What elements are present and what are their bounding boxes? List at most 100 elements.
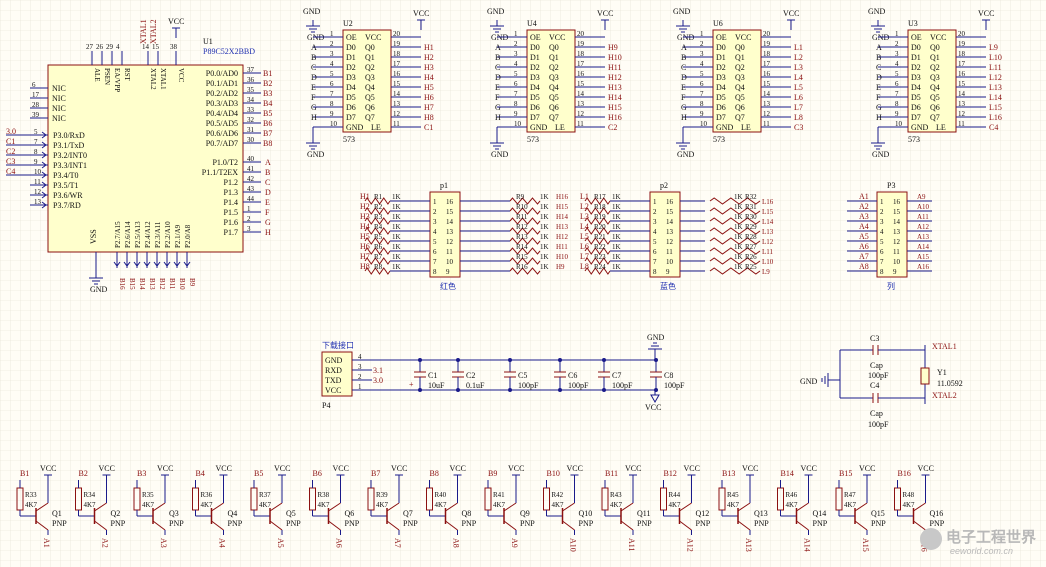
mcu-p1-num: 1 xyxy=(247,205,251,213)
latch-u3-lnum: 7 xyxy=(895,90,899,98)
mid-res-val: 1K xyxy=(540,233,549,241)
header-p2-lnum: 4 xyxy=(653,228,657,236)
latch-u3-out-net: L11 xyxy=(989,63,1002,72)
right-res-val: 1K xyxy=(734,203,743,211)
latch-u4-out-net: H15 xyxy=(608,103,622,112)
latch-u3-lnum: 6 xyxy=(895,80,899,88)
driver-9-vcc-label: VCC xyxy=(508,464,524,473)
header-p2-res-val: 1K xyxy=(612,243,621,251)
mcu-p1-name: P1.6 xyxy=(224,218,238,227)
latch-u4-lname: D5 xyxy=(530,93,540,102)
latch-u4-rnum: 15 xyxy=(577,80,585,88)
driver-9-trans-ref: Q9 xyxy=(520,509,530,518)
mcu-p1-net: B xyxy=(265,168,270,177)
header-p2-lnum: 2 xyxy=(653,208,657,216)
latch-u6-in-net: C xyxy=(681,63,686,72)
latch-u2-rnum: 20 xyxy=(393,30,401,38)
header-p3-net: A2 xyxy=(859,202,869,211)
cap-junction-bot xyxy=(508,388,512,392)
latch-u3-out-net: L9 xyxy=(989,43,998,52)
mcu-p0-name: P0.4/AD4 xyxy=(206,109,238,118)
latch-u6-rname: Q2 xyxy=(735,63,745,72)
mcu-p0-name: P0.5/AD5 xyxy=(206,119,238,128)
latch-u4-rnum: 12 xyxy=(577,110,585,118)
download-pin-name: TXD xyxy=(325,376,342,385)
driver-10-base-net: B10 xyxy=(547,469,560,478)
latch-u4-rnum: 20 xyxy=(577,30,585,38)
right-res-val: 1K xyxy=(734,223,743,231)
latch-u4-out-net: H14 xyxy=(608,93,622,102)
latch-u4-lname: D3 xyxy=(530,73,540,82)
latch-u4-gnd-num: 10 xyxy=(514,120,522,128)
cap-junction-top xyxy=(558,358,562,362)
latch-u3-rnum: 17 xyxy=(958,60,966,68)
header-p3-rnet: A12 xyxy=(917,223,930,231)
right-res-net: L10 xyxy=(762,258,774,266)
mcu-p2-name: P2.3/A11 xyxy=(154,221,162,248)
latch-u3-rname: Q4 xyxy=(930,83,940,92)
mcu-xtal1-net: XTAL1 xyxy=(139,19,148,44)
mcu-nc-name: NIC xyxy=(52,84,66,93)
driver-6-base-net: B6 xyxy=(313,469,322,478)
crystal-c3-type: Cap xyxy=(870,361,883,370)
latch-u3-rname: Q0 xyxy=(930,43,940,52)
latch-u3-rnum: 20 xyxy=(958,30,966,38)
download-vcc-label: VCC xyxy=(645,403,661,412)
mcu-p2-net: B11 xyxy=(168,278,176,290)
header-p2-rnum: 10 xyxy=(666,258,674,266)
header-p1-lnum: 5 xyxy=(433,238,437,246)
driver-7-res-value: 4K7 xyxy=(376,501,389,509)
mid-res-net: H11 xyxy=(556,243,568,251)
latch-u2-ref: U2 xyxy=(343,19,353,28)
latch-u3-rname: Q5 xyxy=(930,93,940,102)
latch-u6-le-net: C3 xyxy=(794,123,803,132)
latch-u3-out-net: L10 xyxy=(989,53,1002,62)
right-res-ref: R32 xyxy=(745,193,757,201)
mcu-top-name: EA/VPP xyxy=(113,68,121,92)
mcu-p1-num: 41 xyxy=(247,165,255,173)
driver-4-base-net: B4 xyxy=(196,469,205,478)
latch-u6-lnum: 6 xyxy=(700,80,704,88)
header-p3-rnet: A16 xyxy=(917,263,930,271)
latch-u3-out-net: L13 xyxy=(989,83,1002,92)
mcu-p2-name: P2.1/A9 xyxy=(174,224,182,248)
latch-u3-out-net: L16 xyxy=(989,113,1002,122)
latch-u6-gnd-top-name: GND xyxy=(673,7,691,16)
latch-u4-in-net: B xyxy=(495,53,500,62)
mcu-p3-num: 11 xyxy=(34,178,41,186)
latch-u4-vcc-label: VCC xyxy=(597,9,613,18)
driver-8-trans-ref: Q8 xyxy=(462,509,472,518)
latch-u3-in-net: C xyxy=(876,63,881,72)
header-p3-rnum: 9 xyxy=(893,268,897,276)
mcu-p3-name: P3.2/INT0 xyxy=(53,151,87,160)
mcu-p0-net: B8 xyxy=(263,139,272,148)
header-p2-net: L2 xyxy=(580,202,589,211)
header-p2-lnum: 5 xyxy=(653,238,657,246)
cap-ref: C6 xyxy=(568,371,577,380)
latch-u2-rname: Q3 xyxy=(365,73,375,82)
latch-u4-lname: OE xyxy=(530,33,541,42)
mid-res-net: H15 xyxy=(556,203,569,211)
driver-9-trans-type: PNP xyxy=(520,519,535,528)
mcu-p2-net: B12 xyxy=(158,278,166,290)
header-p1-res-ref: R6 xyxy=(374,243,383,251)
mcu-p0-num: 37 xyxy=(247,66,255,74)
driver-11-trans-ref: Q11 xyxy=(637,509,650,518)
header-p2-res-val: 1K xyxy=(612,203,621,211)
header-p1-rnum: 15 xyxy=(446,208,454,216)
header-p3-rnum: 10 xyxy=(893,258,901,266)
mid-res-ref: R15 xyxy=(516,253,528,261)
header-p1-res-val: 1K xyxy=(392,223,401,231)
latch-u6-rnum: 16 xyxy=(763,70,771,78)
header-p2-rnum: 14 xyxy=(666,218,674,226)
driver-6-res-value: 4K7 xyxy=(318,501,331,509)
latch-u6-lnum: 8 xyxy=(700,100,704,108)
driver-2-base-net: B2 xyxy=(79,469,88,478)
latch-u2-rname: VCC xyxy=(365,33,381,42)
latch-u2-lnum: 8 xyxy=(330,100,334,108)
header-p3-rnet: A15 xyxy=(917,253,930,261)
latch-u2-lnum: 2 xyxy=(330,40,334,48)
latch-u2-out-net: H8 xyxy=(424,113,434,122)
driver-8-trans-type: PNP xyxy=(462,519,477,528)
mcu-nc-name: NIC xyxy=(52,94,66,103)
